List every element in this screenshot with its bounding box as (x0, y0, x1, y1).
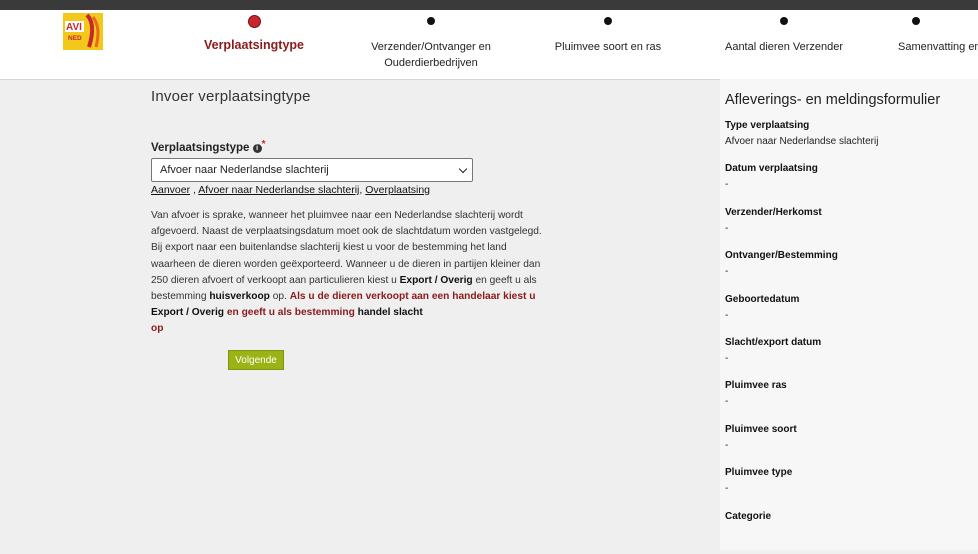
link-overplaatsing[interactable]: Overplaatsing (365, 184, 430, 196)
chevron-down-icon (458, 164, 468, 174)
required-marker: * (261, 139, 266, 150)
summary-item: Pluimvee ras - (725, 380, 787, 408)
summary-item: Categorie (725, 510, 772, 522)
step-verzender-ontvanger[interactable]: Verzender/Ontvanger en Ouderdierbedrijve… (365, 10, 497, 71)
link-aanvoer[interactable]: Aanvoer (151, 184, 190, 196)
step-active-dot (247, 15, 261, 28)
summary-sidebar: Afleverings- en meldingsformulier Type v… (720, 79, 978, 550)
summary-list: Type verplaatsing Afvoer naar Nederlands… (725, 120, 975, 554)
summary-item: Ontvanger/Bestemming - (725, 250, 838, 278)
field-label: Verplaatsingstype i * (151, 139, 266, 154)
select-value: Afvoer naar Nederlandse slachterij (160, 164, 329, 176)
step-label: Pluimvee soort en ras (554, 41, 662, 53)
main-content: Invoer verplaatsingtype Verplaatsingstyp… (151, 88, 551, 370)
top-bar (0, 0, 978, 10)
step-pluimvee-soort[interactable]: Pluimvee soort en ras (543, 10, 673, 55)
description: Van afvoer is sprake, wanneer het pluimv… (151, 210, 542, 335)
summary-item: Slacht/export datum - (725, 336, 822, 364)
svg-text:NED: NED (68, 35, 82, 42)
summary-item: Datum verplaatsing - (725, 163, 818, 191)
summary-item: Geboortedatum - (725, 293, 800, 321)
summary-item: Type verplaatsing Afvoer naar Nederlands… (725, 120, 879, 147)
verplaatsingstype-select[interactable]: Afvoer naar Nederlandse slachterij (151, 158, 473, 182)
avined-logo[interactable]: AVI NED (63, 13, 103, 50)
step-label: Aantal dieren Verzender (724, 41, 844, 53)
summary-item: Verzender/Herkomst - (725, 206, 822, 234)
svg-text:AVI: AVI (66, 22, 82, 33)
type-links: Aanvoer , Afvoer naar Nederlandse slacht… (151, 184, 431, 196)
sidebar-title: Afleverings- en meldingsformulier (725, 92, 941, 108)
header: AVI NED Verplaatsingtype Verzender/Ontva… (0, 10, 978, 80)
step-dot (604, 17, 612, 25)
summary-item: Pluimvee soort - (725, 423, 797, 451)
step-aantal-dieren[interactable]: Aantal dieren Verzender (719, 10, 849, 55)
step-label: Verzender/Ontvanger en Ouderdierbedrijve… (371, 41, 491, 69)
step-verplaatsingtype[interactable]: Verplaatsingtype (190, 10, 318, 53)
step-dot (427, 17, 435, 25)
summary-item: Pluimvee type - (725, 467, 793, 495)
step-dot (780, 17, 788, 25)
step-label: Samenvatting en b (898, 41, 978, 53)
info-icon[interactable]: i (252, 144, 262, 153)
step-label: Verplaatsingtype (203, 38, 305, 52)
volgende-button[interactable]: Volgende (228, 350, 284, 370)
step-samenvatting[interactable]: Samenvatting en b (895, 10, 978, 55)
page-title: Invoer verplaatsingtype (151, 88, 311, 105)
step-dot (912, 17, 920, 25)
link-afvoer-nederlandse-slachterij[interactable]: Afvoer naar Nederlandse slachterij (198, 184, 359, 196)
